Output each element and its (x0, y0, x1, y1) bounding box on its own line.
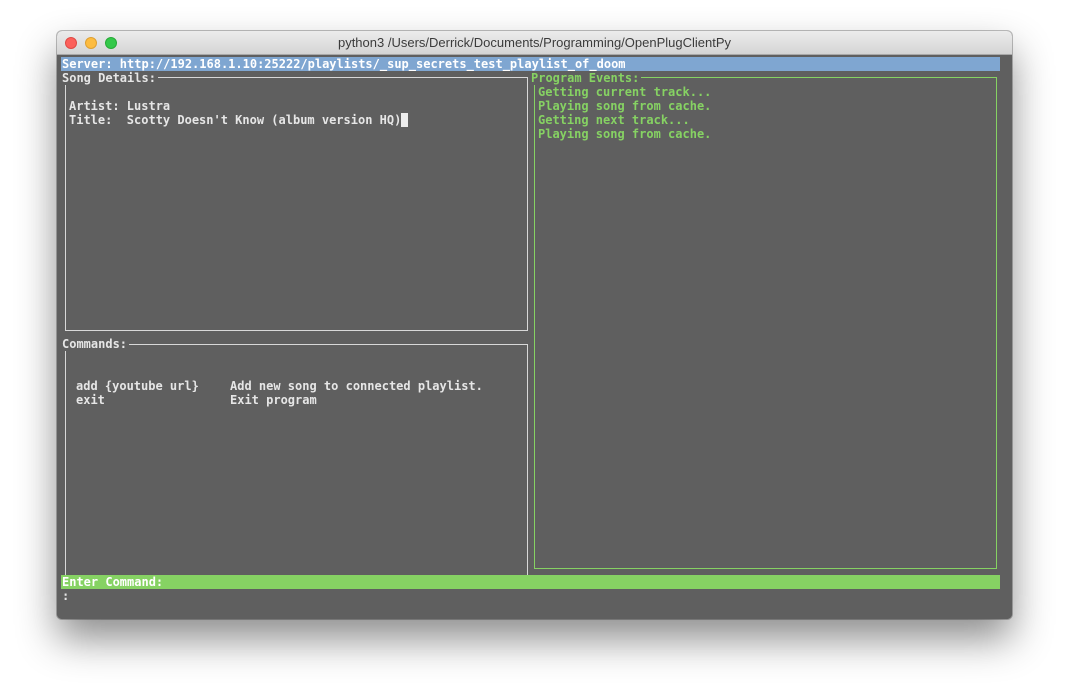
program-events-label: Program Events: (531, 71, 642, 85)
event-line: Getting next track... (538, 113, 690, 127)
event-line: Playing song from cache. (538, 99, 712, 113)
command-exit: exit (76, 393, 105, 407)
server-status-bar: Server: http://192.168.1.10:25222/playli… (61, 57, 1000, 71)
terminal-area[interactable]: Server: http://192.168.1.10:25222/playli… (57, 56, 1012, 619)
terminal-window: python3 /Users/Derrick/Documents/Program… (57, 31, 1012, 619)
enter-command-bar: Enter Command: (61, 575, 1000, 589)
commands-label: Commands: (62, 337, 130, 351)
event-line: Playing song from cache. (538, 127, 712, 141)
song-details-label: Song Details: (62, 71, 158, 85)
command-prompt[interactable]: : (62, 589, 69, 603)
event-line: Getting current track... (538, 85, 712, 99)
window-title: python3 /Users/Derrick/Documents/Program… (337, 35, 732, 50)
title-line: Title: Scotty Doesn't Know (album versio… (69, 113, 409, 127)
command-exit-description: Exit program (230, 393, 317, 407)
command-add-description: Add new song to connected playlist. (230, 379, 483, 393)
title-bar[interactable]: python3 /Users/Derrick/Documents/Program… (57, 31, 1012, 55)
title-line-text: Title: Scotty Doesn't Know (album versio… (69, 113, 402, 127)
command-add: add {youtube url} (76, 379, 199, 393)
text-cursor (401, 113, 409, 127)
artist-line: Artist: Lustra (69, 99, 171, 113)
program-events-panel (534, 77, 997, 569)
